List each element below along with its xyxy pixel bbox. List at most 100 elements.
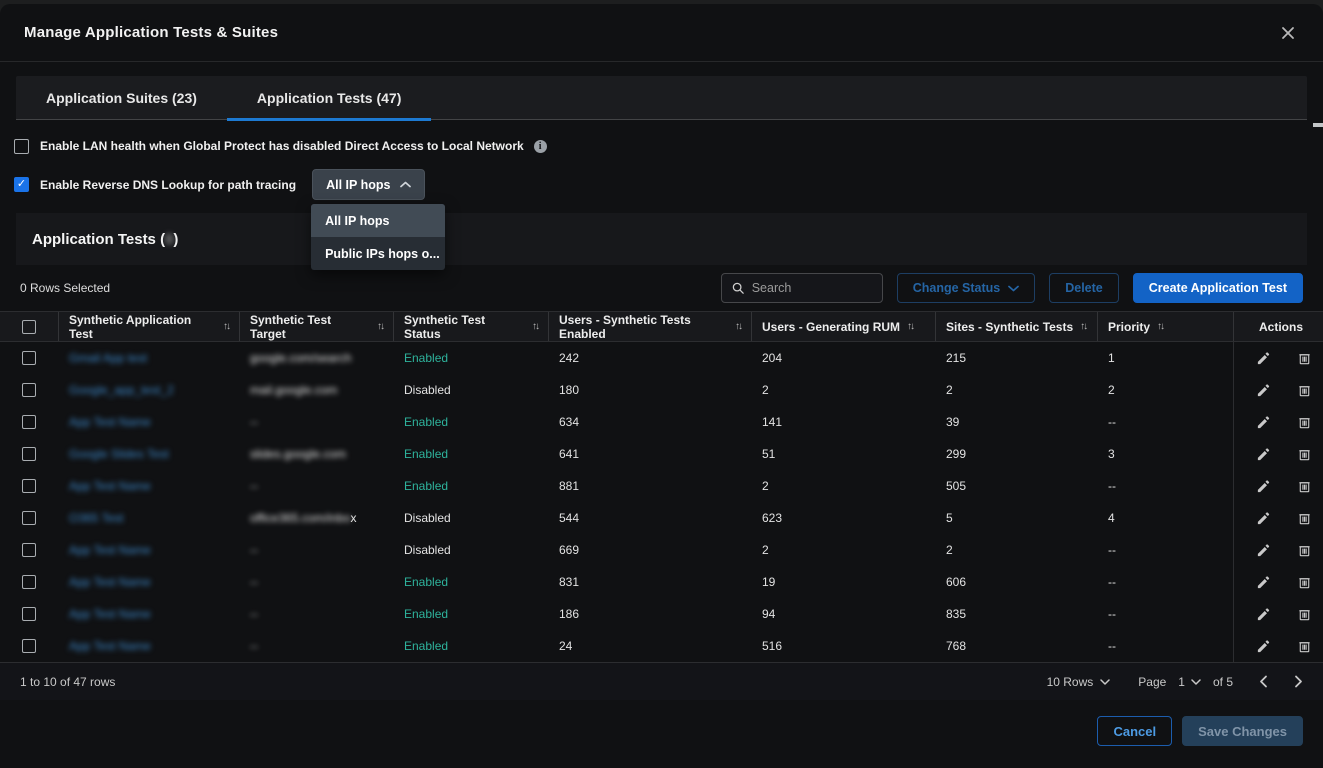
column-header-synthetic-test-target[interactable]: Synthetic Test Target ↑↓	[239, 312, 393, 341]
delete-button[interactable]: Delete	[1049, 273, 1119, 303]
search-box[interactable]	[720, 273, 883, 303]
users-generating-rum-cell: 19	[762, 575, 776, 589]
delete-icon[interactable]	[1297, 575, 1312, 590]
priority-cell: --	[1108, 607, 1116, 621]
row-checkbox[interactable]	[22, 607, 36, 621]
page-count-text: of 5	[1212, 674, 1233, 689]
test-name-text[interactable]: App Test Name	[69, 639, 151, 653]
test-name-text[interactable]: O365 Test	[69, 511, 123, 525]
synthetic-application-test-link[interactable]: App Test Name	[58, 566, 239, 598]
row-checkbox[interactable]	[22, 383, 36, 397]
row-checkbox[interactable]	[22, 511, 36, 525]
row-checkbox[interactable]	[22, 447, 36, 461]
edit-icon[interactable]	[1256, 639, 1271, 654]
test-name-text[interactable]: App Test Name	[69, 415, 151, 429]
synthetic-test-target-cell: google.com/search	[239, 342, 393, 374]
delete-icon[interactable]	[1297, 543, 1312, 558]
create-application-test-button[interactable]: Create Application Test	[1132, 273, 1303, 303]
synthetic-application-test-link[interactable]: O365 Test	[58, 502, 239, 534]
delete-icon[interactable]	[1297, 415, 1312, 430]
edit-icon[interactable]	[1256, 383, 1271, 398]
row-checkbox[interactable]	[22, 575, 36, 589]
row-checkbox[interactable]	[22, 479, 36, 493]
table-row: O365 Test office365.com/inbo x Disabled 544 6…	[0, 502, 1323, 534]
info-icon[interactable]: i	[533, 139, 547, 153]
synthetic-application-test-link[interactable]: App Test Name	[58, 406, 239, 438]
page-select[interactable]: 1	[1178, 675, 1201, 689]
save-changes-button[interactable]: Save Changes	[1182, 716, 1303, 746]
edit-icon[interactable]	[1256, 575, 1271, 590]
dropdown-item-public-ips[interactable]: Public IPs hops o...	[311, 237, 445, 270]
sort-icon[interactable]: ↑↓	[735, 321, 743, 332]
synthetic-test-status-cell: Enabled	[393, 342, 548, 374]
edit-icon[interactable]	[1256, 351, 1271, 366]
test-name-text[interactable]: App Test Name	[69, 543, 151, 557]
synthetic-test-target-cell: mail.google.com	[239, 374, 393, 406]
status-badge: Enabled	[404, 479, 449, 493]
priority-cell: --	[1108, 639, 1116, 653]
target-text: office365.com/inbo	[250, 511, 351, 525]
synthetic-test-status-cell: Enabled	[393, 598, 548, 630]
ip-hops-dropdown-button[interactable]: All IP hops	[312, 169, 426, 200]
edit-icon[interactable]	[1256, 543, 1271, 558]
column-header-sites-synthetic-tests[interactable]: Sites - Synthetic Tests ↑↓	[935, 312, 1097, 341]
sort-icon[interactable]: ↑↓	[223, 321, 231, 332]
tab-application-tests[interactable]: Application Tests (47)	[226, 76, 432, 121]
test-name-text[interactable]: App Test Name	[69, 479, 151, 493]
synthetic-application-test-link[interactable]: App Test Name	[58, 598, 239, 630]
edit-icon[interactable]	[1256, 415, 1271, 430]
delete-icon[interactable]	[1297, 383, 1312, 398]
synthetic-application-test-link[interactable]: App Test Name	[58, 630, 239, 662]
row-checkbox-cell	[0, 566, 58, 598]
delete-icon[interactable]	[1297, 607, 1312, 622]
sites-synthetic-tests-cell: 2	[946, 543, 953, 557]
dropdown-item-all-ip-hops[interactable]: All IP hops	[311, 204, 446, 237]
synthetic-application-test-link[interactable]: Google_app_test_2	[58, 374, 239, 406]
synthetic-application-test-link[interactable]: App Test Name	[58, 534, 239, 566]
row-checkbox[interactable]	[22, 351, 36, 365]
lan-health-checkbox[interactable]	[14, 138, 29, 154]
row-checkbox-cell	[0, 598, 58, 630]
previous-page-icon[interactable]	[1259, 675, 1268, 688]
edit-icon[interactable]	[1256, 511, 1271, 526]
close-icon[interactable]	[1277, 22, 1299, 44]
edit-icon[interactable]	[1256, 479, 1271, 494]
test-name-text[interactable]: App Test Name	[69, 607, 151, 621]
row-checkbox[interactable]	[22, 415, 36, 429]
column-header-priority[interactable]: Priority ↑↓	[1097, 312, 1233, 341]
next-page-icon[interactable]	[1294, 675, 1303, 688]
synthetic-application-test-link[interactable]: Google Slides Test	[58, 438, 239, 470]
synthetic-application-test-link[interactable]: Gmail App test	[58, 342, 239, 374]
sort-icon[interactable]: ↑↓	[1157, 321, 1165, 332]
search-input[interactable]	[751, 281, 872, 295]
sort-icon[interactable]: ↑↓	[1080, 321, 1088, 332]
test-name-text[interactable]: App Test Name	[69, 575, 151, 589]
edit-icon[interactable]	[1256, 607, 1271, 622]
edit-icon[interactable]	[1256, 447, 1271, 462]
delete-icon[interactable]	[1297, 351, 1312, 366]
change-status-button[interactable]: Change Status	[896, 273, 1036, 303]
sort-icon[interactable]: ↑↓	[907, 321, 915, 332]
sort-icon[interactable]: ↑↓	[377, 321, 385, 332]
test-name-text[interactable]: Google Slides Test	[69, 447, 169, 461]
reverse-dns-checkbox[interactable]: ✓	[14, 177, 29, 192]
column-header-users-synthetic-tests-enabled[interactable]: Users - Synthetic Tests Enabled ↑↓	[548, 312, 751, 341]
sort-icon[interactable]: ↑↓	[532, 321, 540, 332]
synthetic-application-test-link[interactable]: App Test Name	[58, 470, 239, 502]
delete-icon[interactable]	[1297, 479, 1312, 494]
row-checkbox[interactable]	[22, 639, 36, 653]
delete-icon[interactable]	[1297, 639, 1312, 654]
cancel-button[interactable]: Cancel	[1097, 716, 1173, 746]
column-header-synthetic-test-status[interactable]: Synthetic Test Status ↑↓	[393, 312, 548, 341]
rows-per-page-select[interactable]: 10 Rows	[1047, 675, 1111, 689]
column-header-users-generating-rum[interactable]: Users - Generating RUM ↑↓	[751, 312, 935, 341]
test-name-text[interactable]: Google_app_test_2	[69, 383, 174, 397]
select-all-checkbox[interactable]	[22, 319, 36, 334]
delete-icon[interactable]	[1297, 511, 1312, 526]
column-header-synthetic-application-test[interactable]: Synthetic Application Test ↑↓	[58, 312, 239, 341]
test-name-text[interactable]: Gmail App test	[69, 351, 147, 365]
tab-application-suites[interactable]: Application Suites (23)	[16, 76, 227, 119]
users-generating-rum-cell: 2	[762, 383, 769, 397]
row-checkbox[interactable]	[22, 543, 36, 557]
delete-icon[interactable]	[1297, 447, 1312, 462]
